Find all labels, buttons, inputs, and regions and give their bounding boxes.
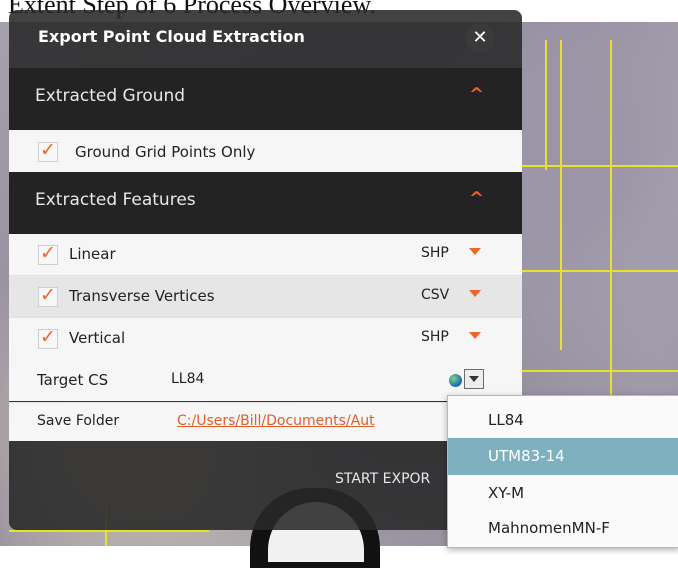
section-label: Extracted Features — [35, 190, 196, 210]
map-grid-line — [9, 530, 209, 532]
format-dropdown-icon[interactable] — [469, 332, 481, 339]
menu-item-label: MahnomenMN-F — [488, 519, 610, 537]
format-value[interactable]: SHP — [421, 245, 449, 261]
ground-grid-row[interactable]: Ground Grid Points Only — [9, 130, 522, 173]
feature-row-linear[interactable]: Linear SHP — [9, 234, 522, 276]
format-dropdown-icon[interactable] — [469, 290, 481, 297]
feature-row-transverse[interactable]: Transverse Vertices CSV — [9, 276, 522, 318]
linear-checkbox[interactable] — [38, 242, 58, 265]
target-cs-value: LL84 — [171, 371, 205, 387]
format-value[interactable]: SHP — [421, 329, 449, 345]
menu-item-mahnomen[interactable]: MahnomenMN-F — [448, 510, 678, 547]
export-panel: Export Point Cloud Extraction ✕ Extracte… — [9, 10, 522, 530]
transverse-checkbox[interactable] — [38, 284, 58, 307]
format-value[interactable]: CSV — [421, 287, 449, 303]
extracted-ground-header[interactable]: Extracted Ground ^ — [9, 68, 522, 130]
map-grid-line — [522, 370, 678, 372]
extracted-features-header[interactable]: Extracted Features ^ — [9, 172, 522, 234]
menu-item-ll84[interactable]: LL84 — [448, 402, 678, 439]
start-export-button[interactable]: START EXPOR — [335, 471, 430, 487]
chevron-up-icon[interactable]: ^ — [469, 188, 484, 209]
menu-item-xy-m[interactable]: XY-M — [448, 475, 678, 512]
format-dropdown-icon[interactable] — [469, 248, 481, 255]
save-folder-label: Save Folder — [37, 413, 120, 429]
cs-dropdown-button[interactable] — [464, 369, 484, 389]
panel-title-bar: Export Point Cloud Extraction ✕ — [9, 10, 522, 68]
cs-dropdown-menu: LL84 UTM83-14 XY-M MahnomenMN-F — [447, 395, 678, 548]
close-button[interactable]: ✕ — [465, 23, 495, 53]
map-grid-line — [545, 40, 547, 170]
ground-grid-checkbox[interactable] — [38, 139, 58, 162]
target-cs-label: Target CS — [37, 371, 109, 389]
menu-item-label: LL84 — [488, 411, 524, 429]
feature-label: Transverse Vertices — [69, 287, 215, 305]
chevron-up-icon[interactable]: ^ — [469, 84, 484, 105]
close-icon: ✕ — [472, 27, 488, 48]
checkbox-label: Ground Grid Points Only — [75, 143, 256, 161]
section-label: Extracted Ground — [35, 86, 186, 106]
feature-label: Linear — [69, 245, 116, 263]
menu-item-utm83-14[interactable]: UTM83-14 — [448, 438, 678, 475]
panel-title: Export Point Cloud Extraction — [38, 27, 305, 46]
menu-item-label: UTM83-14 — [488, 447, 565, 465]
save-folder-row: Save Folder C:/Users/Bill/Documents/Aut — [9, 402, 522, 441]
map-grid-line — [560, 40, 562, 350]
globe-icon[interactable] — [449, 374, 462, 387]
target-cs-row: Target CS LL84 — [9, 359, 522, 401]
menu-item-label: XY-M — [488, 484, 525, 502]
save-folder-link[interactable]: C:/Users/Bill/Documents/Aut — [177, 413, 375, 429]
feature-row-vertical[interactable]: Vertical SHP — [9, 318, 522, 360]
map-grid-line — [522, 270, 678, 272]
feature-label: Vertical — [69, 329, 126, 347]
vertical-checkbox[interactable] — [38, 326, 58, 349]
